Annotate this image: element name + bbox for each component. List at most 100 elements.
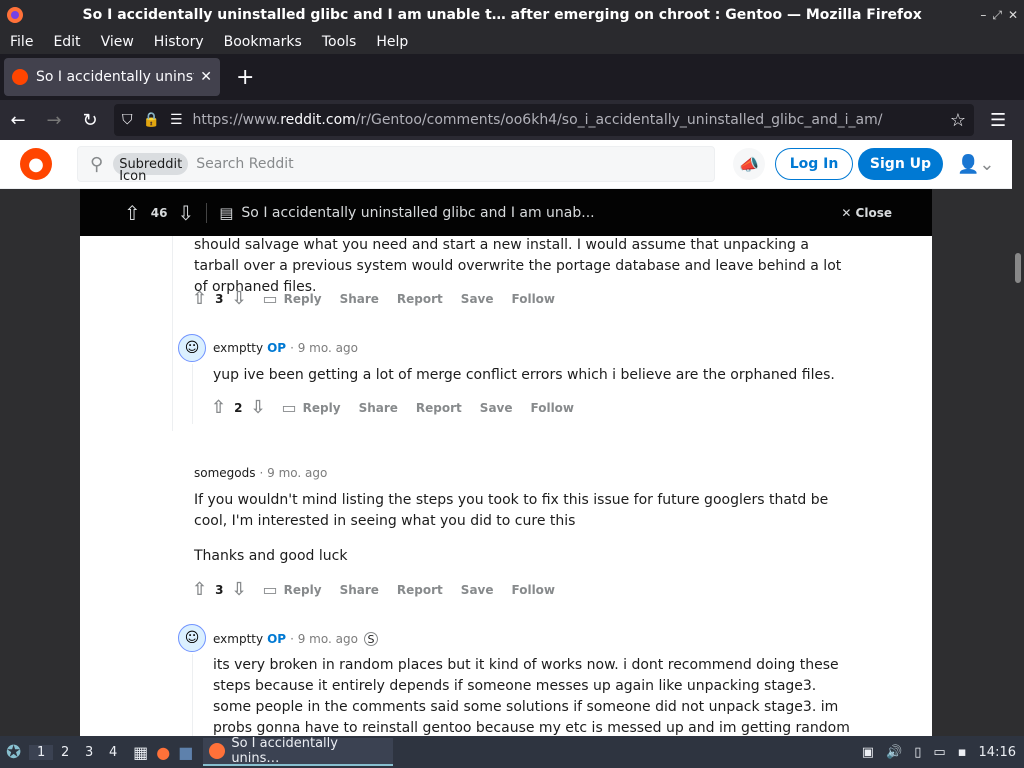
report-button[interactable]: Report bbox=[397, 583, 443, 597]
upvote-icon[interactable]: ⇧ bbox=[211, 397, 226, 418]
comment-time[interactable]: 9 mo. ago bbox=[298, 341, 358, 355]
volume-icon[interactable]: 🔊 bbox=[886, 745, 902, 760]
reddit-logo-icon[interactable]: ● bbox=[20, 148, 52, 180]
notes-icon[interactable]: ▯ bbox=[914, 745, 921, 760]
show-desktop-icon[interactable]: ■ bbox=[178, 743, 193, 762]
search-bar[interactable]: ⚲ Subreddit Icon Search Reddit bbox=[77, 146, 715, 184]
report-button[interactable]: Report bbox=[416, 401, 462, 415]
workspace-2[interactable]: 2 bbox=[53, 745, 77, 760]
file-manager-icon[interactable]: ▦ bbox=[133, 743, 148, 762]
comment-author[interactable]: exmptty bbox=[213, 632, 263, 646]
upvote-icon[interactable]: ⇧ bbox=[192, 288, 207, 309]
follow-button[interactable]: Follow bbox=[512, 583, 556, 597]
forward-icon[interactable]: → bbox=[36, 110, 72, 131]
subreddit-chip[interactable]: Subreddit Icon bbox=[113, 153, 189, 184]
follow-button[interactable]: Follow bbox=[512, 292, 556, 306]
op-badge: OP bbox=[267, 632, 287, 646]
menu-help[interactable]: Help bbox=[366, 34, 418, 50]
url-path: /r/Gentoo/comments/oo6kh4/so_i_accidenta… bbox=[355, 112, 883, 128]
follow-button[interactable]: Follow bbox=[531, 401, 575, 415]
workspace-3[interactable]: 3 bbox=[77, 745, 101, 760]
url-bar[interactable]: ⛉ 🔒 ☰ https://www. reddit.com/r/Gentoo/co… bbox=[114, 104, 974, 136]
share-button[interactable]: Share bbox=[359, 401, 398, 415]
save-button[interactable]: Save bbox=[480, 401, 513, 415]
save-button[interactable]: Save bbox=[461, 583, 494, 597]
downvote-icon[interactable]: ⇩ bbox=[177, 201, 194, 225]
menu-bookmarks[interactable]: Bookmarks bbox=[214, 34, 312, 50]
back-icon[interactable]: ← bbox=[0, 110, 36, 131]
reply-button[interactable]: Reply bbox=[284, 292, 322, 306]
advertise-megaphone-icon[interactable]: 📣 bbox=[733, 148, 765, 180]
subreddit-icon-alt-text: Icon bbox=[119, 169, 147, 184]
report-button[interactable]: Report bbox=[397, 292, 443, 306]
minimize-icon[interactable]: – bbox=[980, 8, 986, 23]
menu-bar: File Edit View History Bookmarks Tools H… bbox=[0, 30, 1024, 54]
new-tab-icon[interactable]: + bbox=[236, 65, 254, 90]
shield-icon[interactable]: ⛉ bbox=[122, 112, 133, 128]
reload-icon[interactable]: ↻ bbox=[72, 110, 108, 131]
url-prefix: https://www. bbox=[192, 112, 281, 128]
firefox-launcher-icon[interactable]: ● bbox=[156, 743, 170, 762]
start-menu-icon[interactable]: ✪ bbox=[6, 742, 21, 763]
close-label: Close bbox=[855, 205, 892, 220]
user-menu-icon[interactable]: 👤⌄ bbox=[957, 154, 995, 175]
bookmark-star-icon[interactable]: ☆ bbox=[950, 110, 966, 131]
menu-view[interactable]: View bbox=[91, 34, 144, 50]
app-menu-icon[interactable]: ☰ bbox=[990, 110, 1006, 131]
url-domain: reddit.com bbox=[280, 112, 356, 128]
clipboard-icon[interactable]: ▣ bbox=[862, 745, 874, 760]
workspace-1[interactable]: 1 bbox=[29, 744, 54, 760]
close-post-button[interactable]: ✕ Close bbox=[841, 206, 892, 220]
avatar[interactable]: ☺ bbox=[178, 334, 206, 362]
close-tab-icon[interactable]: ✕ bbox=[200, 69, 212, 85]
thread-line[interactable] bbox=[192, 654, 193, 736]
vote-count: 3 bbox=[215, 582, 224, 597]
downvote-icon[interactable]: ⇩ bbox=[250, 397, 265, 418]
upvote-icon[interactable]: ⇧ bbox=[124, 201, 141, 225]
updates-icon[interactable]: ▪ bbox=[958, 745, 967, 760]
clock[interactable]: 14:16 bbox=[979, 745, 1016, 760]
thread-line[interactable] bbox=[192, 364, 193, 424]
network-icon[interactable]: ▭ bbox=[933, 745, 945, 760]
downvote-icon[interactable]: ⇩ bbox=[231, 288, 246, 309]
menu-edit[interactable]: Edit bbox=[43, 34, 90, 50]
reply-button[interactable]: Reply bbox=[284, 583, 322, 597]
comment-body: If you wouldn't mind listing the steps y… bbox=[194, 492, 829, 529]
lock-icon[interactable]: 🔒 bbox=[143, 112, 160, 128]
reddit-header: ● ⚲ Subreddit Icon Search Reddit 📣 Log I… bbox=[0, 140, 1012, 189]
menu-history[interactable]: History bbox=[144, 34, 214, 50]
vote-count: 3 bbox=[215, 291, 224, 306]
thread-line[interactable] bbox=[172, 236, 173, 431]
menu-file[interactable]: File bbox=[0, 34, 43, 50]
save-button[interactable]: Save bbox=[461, 292, 494, 306]
tab-reddit[interactable]: So I accidentally uninsta ✕ bbox=[4, 58, 220, 96]
comment-body: its very broken in random places but it … bbox=[213, 657, 850, 736]
upvote-icon[interactable]: ⇧ bbox=[192, 579, 207, 600]
signup-button[interactable]: Sign Up bbox=[858, 148, 943, 180]
award-icon[interactable]: S bbox=[363, 632, 378, 646]
post-title: So I accidentally uninstalled glibc and … bbox=[241, 204, 595, 221]
share-button[interactable]: Share bbox=[340, 292, 379, 306]
login-button[interactable]: Log In bbox=[775, 148, 853, 180]
page-info-icon[interactable]: ☰ bbox=[170, 112, 183, 128]
comment-time[interactable]: 9 mo. ago bbox=[298, 632, 358, 646]
downvote-icon[interactable]: ⇩ bbox=[231, 579, 246, 600]
vote-count: 2 bbox=[234, 400, 243, 415]
close-window-icon[interactable]: ✕ bbox=[1008, 8, 1018, 23]
maximize-icon[interactable]: ⤢ bbox=[992, 8, 1002, 23]
taskbar-task-firefox[interactable]: So I accidentally unins… bbox=[203, 736, 394, 766]
workspace-4[interactable]: 4 bbox=[101, 745, 125, 760]
reply-button[interactable]: Reply bbox=[303, 401, 341, 415]
menu-tools[interactable]: Tools bbox=[312, 34, 367, 50]
comment-icon: ▭ bbox=[281, 398, 297, 417]
tab-strip: So I accidentally uninsta ✕ + bbox=[0, 54, 1024, 100]
share-button[interactable]: Share bbox=[340, 583, 379, 597]
comment-author[interactable]: exmptty bbox=[213, 341, 263, 355]
comment-meta: somegods · 9 mo. ago bbox=[194, 466, 328, 480]
comment-time[interactable]: 9 mo. ago bbox=[267, 466, 327, 480]
page-scrollbar[interactable] bbox=[1012, 140, 1024, 736]
post-vote-count: 46 bbox=[150, 205, 168, 220]
avatar[interactable]: ☺ bbox=[178, 624, 206, 652]
scrollbar-thumb[interactable] bbox=[1015, 253, 1021, 283]
comment-author[interactable]: somegods bbox=[194, 466, 256, 480]
